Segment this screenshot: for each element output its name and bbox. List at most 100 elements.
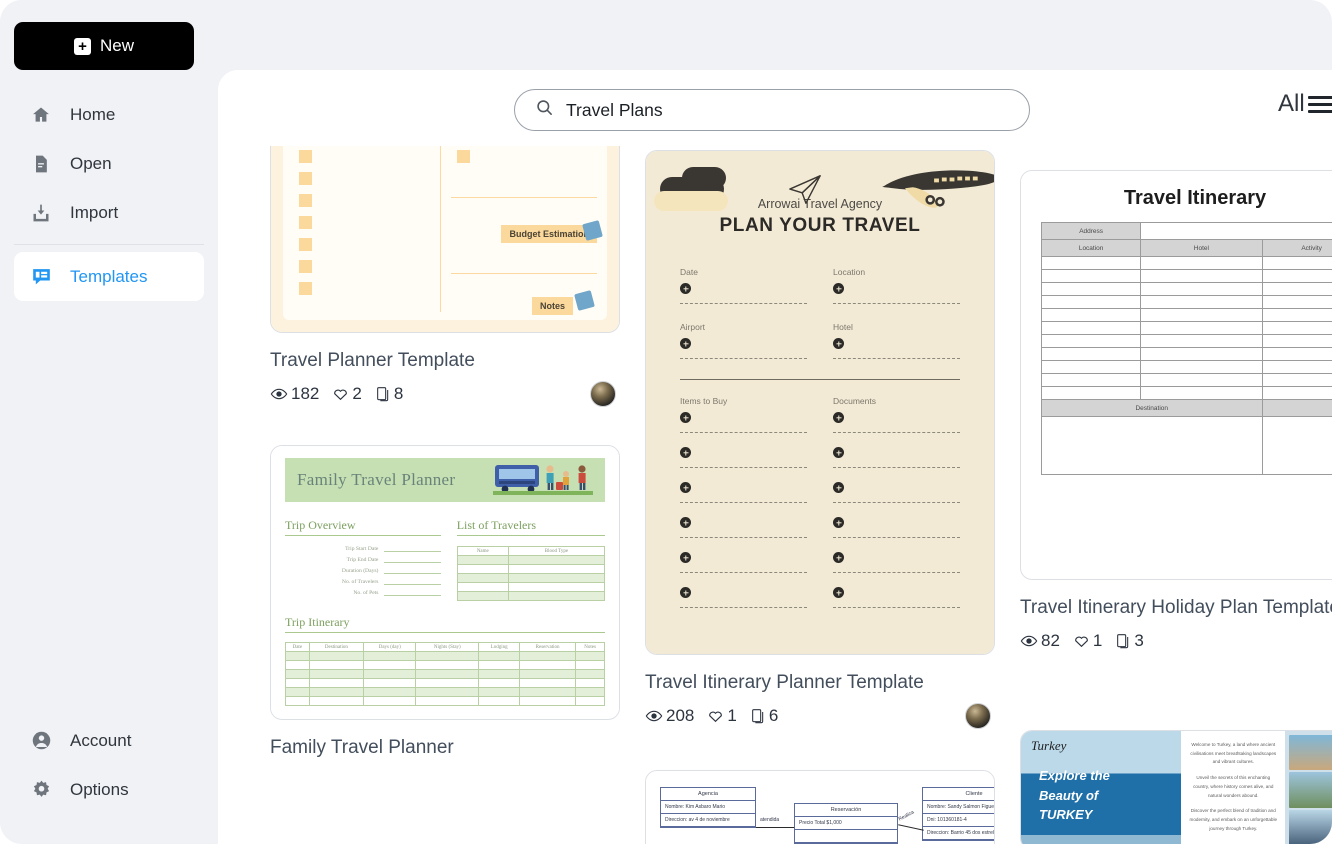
- column-header: Activity: [1261, 239, 1332, 257]
- er-connector: [756, 827, 794, 828]
- sidebar-item-open[interactable]: Open: [14, 139, 204, 188]
- search-row: All: [218, 70, 1332, 146]
- sidebar-item-templates[interactable]: Templates: [14, 252, 204, 301]
- plus-dot-icon: [680, 587, 691, 598]
- thumb-label: Duration (Days): [341, 567, 379, 574]
- thumb-label: Trip Overview: [285, 518, 441, 536]
- templates-icon: [30, 266, 52, 288]
- template-card[interactable]: Agencia Nombre: Kim Asbaro Mario Direcci…: [645, 770, 995, 844]
- thumb-label: Discover the perfect blend of tradition …: [1189, 808, 1278, 831]
- sidebar-item-home[interactable]: Home: [14, 90, 204, 139]
- avatar[interactable]: [965, 702, 991, 729]
- column-header: Nights (Stay): [415, 642, 480, 652]
- views-count: 208: [666, 705, 695, 725]
- sidebar-item-label-options: Options: [70, 779, 129, 799]
- itinerary-table: Address Location Hotel Activity Time: [1040, 222, 1332, 475]
- thumb-label: Unveil the secrets of this enchanting co…: [1193, 775, 1274, 798]
- views-stat: 208: [645, 706, 694, 726]
- new-button-label: New: [99, 36, 134, 55]
- home-icon: [30, 104, 52, 126]
- copies-stat: 6: [750, 706, 778, 726]
- likes-count: 1: [727, 705, 737, 725]
- brochure-headline: Explore the Beauty of TURKEY: [1021, 754, 1181, 825]
- copies-count: 6: [768, 705, 779, 725]
- card-title[interactable]: Travel Itinerary Planner Template: [645, 669, 995, 697]
- card-title[interactable]: Travel Planner Template: [270, 347, 620, 375]
- heart-icon: [709, 711, 723, 723]
- thumb-label: Date: [680, 267, 698, 277]
- thumb-label: No. of Pets: [353, 589, 379, 596]
- column-header: Reservation: [518, 642, 577, 652]
- card-title[interactable]: Family Travel Planner: [270, 734, 620, 762]
- column-header: Name: [456, 546, 509, 556]
- thumb-label: Beauty of: [1039, 787, 1099, 803]
- new-button[interactable]: + New: [14, 22, 194, 70]
- sticker-icon: [574, 290, 595, 311]
- plus-dot-icon: [833, 587, 844, 598]
- column-header: Blood Type: [507, 546, 606, 556]
- brochure-cover: Turkey Explore the Beauty of TURKEY: [1021, 731, 1182, 844]
- column-header: Date: [285, 642, 310, 652]
- likes-stat: 1: [707, 705, 737, 726]
- sidebar-item-options[interactable]: Options: [14, 765, 204, 814]
- thumb-label: Notes: [531, 297, 573, 315]
- brochure-photos: [1285, 731, 1332, 844]
- cloud-icon: [654, 191, 728, 211]
- copies-count: 8: [393, 383, 404, 403]
- template-card[interactable]: Travel Itinerary Address Location Hotel …: [1020, 170, 1332, 651]
- card-thumbnail[interactable]: Family Travel Planner Trip Overview Trip…: [270, 445, 620, 720]
- thumb-label: TURKEY: [1039, 807, 1093, 822]
- filter-all-button[interactable]: All: [1278, 90, 1332, 118]
- er-relation-label: atendida: [760, 817, 780, 823]
- file-icon: [30, 153, 52, 175]
- card-title[interactable]: Travel Itinerary Holiday Plan Template: [1020, 594, 1332, 622]
- card-thumbnail[interactable]: Arrowai Travel Agency PLAN YOUR TRAVEL D…: [645, 150, 995, 655]
- sidebar-item-account[interactable]: Account: [14, 716, 204, 765]
- er-entity-name: Reservación: [795, 804, 897, 817]
- er-attribute: Nombre: Kim Asbaro Mario: [661, 801, 755, 814]
- sidebar-item-import[interactable]: Import: [14, 188, 204, 237]
- thumb-banner: Family Travel Planner: [285, 458, 605, 502]
- search-input[interactable]: [566, 99, 996, 121]
- plus-dot-icon: [680, 552, 691, 563]
- heart-icon: [334, 389, 348, 401]
- er-connector: [898, 824, 924, 831]
- card-stats: 208 1 6: [645, 702, 995, 729]
- plus-dot-icon: [680, 338, 691, 349]
- sidebar-item-label-import: Import: [70, 202, 119, 222]
- plus-dot-icon: [833, 517, 844, 528]
- template-card[interactable]: Turkey Explore the Beauty of TURKEY Welc…: [1020, 730, 1332, 844]
- hamburger-icon: [1307, 95, 1332, 113]
- views-count: 82: [1041, 630, 1060, 650]
- plus-dot-icon: [833, 447, 844, 458]
- er-attribute: Precio Total $1,000: [795, 817, 897, 830]
- copy-icon: [751, 708, 764, 723]
- views-stat: 82: [1020, 631, 1060, 651]
- sidebar-nav: Home Open Import Templates: [0, 90, 218, 301]
- column-header: Hotel: [1140, 239, 1263, 257]
- airplane-icon: [874, 163, 994, 230]
- thumb-label: Turkey: [1031, 738, 1067, 753]
- template-card[interactable]: Arrowai Travel Agency PLAN YOUR TRAVEL D…: [645, 150, 995, 729]
- heart-icon: [1075, 636, 1088, 648]
- copy-icon: [376, 386, 389, 401]
- er-attribute: Dni: 101360181-4: [923, 814, 994, 827]
- card-thumbnail[interactable]: Turkey Explore the Beauty of TURKEY Welc…: [1020, 730, 1332, 844]
- eye-icon: [1020, 635, 1038, 646]
- plus-dot-icon: [680, 447, 691, 458]
- er-entity: Agencia Nombre: Kim Asbaro Mario Direcci…: [660, 787, 756, 828]
- thumb-label: Trip Itinerary: [285, 615, 605, 633]
- card-thumbnail[interactable]: Agencia Nombre: Kim Asbaro Mario Direcci…: [645, 770, 995, 844]
- thumb-label: Items to Buy: [680, 396, 728, 406]
- likes-stat: 1: [1073, 631, 1102, 651]
- card-thumbnail[interactable]: Travel Itinerary Address Location Hotel …: [1020, 170, 1332, 580]
- thumb-label: List of Travelers: [456, 518, 605, 536]
- er-attribute: Nombre: Sandy Salmon Figueroa: [923, 801, 994, 814]
- template-grid[interactable]: Things To Do Things to Buy: [218, 70, 1332, 844]
- cloud-icon: [682, 167, 726, 189]
- template-card[interactable]: Family Travel Planner Trip Overview Trip…: [270, 445, 620, 762]
- search-box[interactable]: [514, 89, 1030, 131]
- plus-icon: +: [73, 37, 91, 55]
- avatar[interactable]: [590, 380, 616, 407]
- gear-icon: [30, 779, 52, 801]
